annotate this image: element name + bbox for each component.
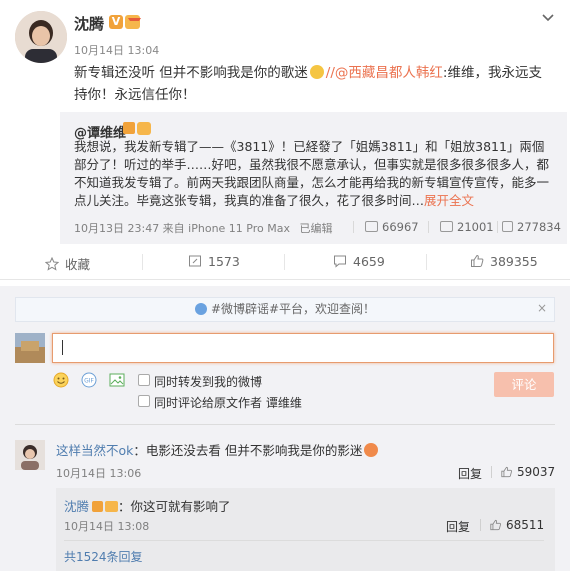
my-avatar[interactable] [15,333,45,363]
post-time[interactable]: 10月14日 13:04 [74,42,159,58]
verified-v-icon [92,501,104,512]
edited-label[interactable]: 已编辑 [300,222,333,235]
member-crown-icon [105,501,119,512]
comment-icon [440,221,453,232]
divider [428,221,429,233]
post-author[interactable]: 沈腾 [74,13,104,34]
divider [353,221,354,233]
favorite-button[interactable]: 收藏 [45,254,90,273]
comment-text: 这样当然不ok：电影还没去看 但并不影响我是你的影迷 [56,440,380,459]
divider [64,540,544,541]
divider [491,466,492,478]
post-text-main: 新专辑还没听 但并不影响我是你的歌迷 [74,65,308,81]
image-icon[interactable] [109,372,125,388]
info-icon [194,303,207,315]
comment-input[interactable] [52,333,554,363]
gif-icon[interactable]: GIF [81,372,97,388]
comment-original-label[interactable]: 同时评论给原文作者 谭维维 [154,394,302,411]
repost-checkbox[interactable] [138,374,150,386]
verified-v-icon[interactable]: V [109,15,123,29]
text-caret [62,340,63,355]
reply-button[interactable]: 回复 [446,518,470,535]
expand-full-text-link[interactable]: 展开全文 [424,193,474,208]
repost-count[interactable]: 66967 [365,220,419,234]
divider [480,519,481,531]
svg-text:GIF: GIF [84,378,94,385]
post-text: 新专辑还没听 但并不影响我是你的歌迷//@西藏昌都人韩红:维维，我永远支持你！永… [74,62,544,106]
thumbs-up-icon [489,519,502,531]
commenter-name[interactable]: 这样当然不ok [56,443,133,458]
repost-button[interactable]: 1573 [188,254,240,269]
star-icon [45,257,59,271]
divider [284,254,285,270]
notice-text[interactable]: #微博辟谣#平台，欢迎查阅！ [211,302,375,316]
comment-count[interactable]: 21001 [440,220,494,234]
thumbs-up-icon [502,221,513,232]
repost-meta: 10月13日 23:47 来自 iPhone 11 Pro Max 已编辑 [74,220,333,236]
comment-original-checkbox[interactable] [138,395,150,407]
reply-like-button[interactable]: 68511 [489,518,544,532]
author-avatar[interactable] [15,11,67,63]
repost-body: 我想说，我发新专辑了——《3811》！已経發了「姐媽3811」和「姐放3811」… [74,139,550,208]
comment-time: 10月14日 13:06 [56,467,142,480]
member-crown-icon[interactable] [125,15,141,29]
divider [426,254,427,270]
original-author-name[interactable]: 谭维维 [266,396,302,410]
more-replies-link[interactable]: 共1524条回复 [64,548,143,565]
divider [142,254,143,270]
repost-icon [365,221,378,232]
reply-text: 沈腾 ：你这可就有影响了 [64,496,231,515]
laugh-cry-emoji-icon [309,65,324,79]
notice-banner[interactable]: #微博辟谣#平台，欢迎查阅！ [15,297,555,322]
thumbs-up-icon [500,466,513,478]
cry-emoji-icon [364,443,379,457]
like-count[interactable]: 277834 [502,220,561,234]
comment-body: ：电影还没去看 但并不影响我是你的影迷 [133,443,363,458]
close-icon[interactable]: × [537,301,547,315]
reply-body: ：你这可就有影响了 [118,499,231,514]
divider [0,279,570,280]
verified-v-icon [123,122,135,134]
commenter-avatar[interactable] [15,440,45,470]
reply-author[interactable]: 沈腾 [64,499,89,514]
submit-comment-button[interactable]: 评论 [494,372,554,397]
chevron-down-icon[interactable] [541,11,555,25]
repost-text: 我想说，我发新专辑了——《3811》！已経發了「姐媽3811」和「姐放3811」… [74,138,554,210]
thumbs-up-icon [470,254,484,268]
divider [497,221,498,233]
like-button[interactable]: 389355 [470,254,538,269]
repost-icon [188,254,202,268]
comment-icon [333,254,347,268]
repost-checkbox-label[interactable]: 同时转发到我的微博 [154,373,262,390]
reply-button[interactable]: 回复 [458,465,482,482]
comment-button[interactable]: 4659 [333,254,385,269]
repost-source[interactable]: 10月13日 23:47 来自 iPhone 11 Pro Max [74,222,290,235]
emoji-icon[interactable] [53,372,69,388]
reply-time: 10月14日 13:08 [64,520,150,533]
comment-like-button[interactable]: 59037 [500,465,555,479]
mention-link[interactable]: //@西藏昌都人韩红 [326,65,443,81]
member-crown-icon [137,122,151,135]
divider [15,424,555,425]
